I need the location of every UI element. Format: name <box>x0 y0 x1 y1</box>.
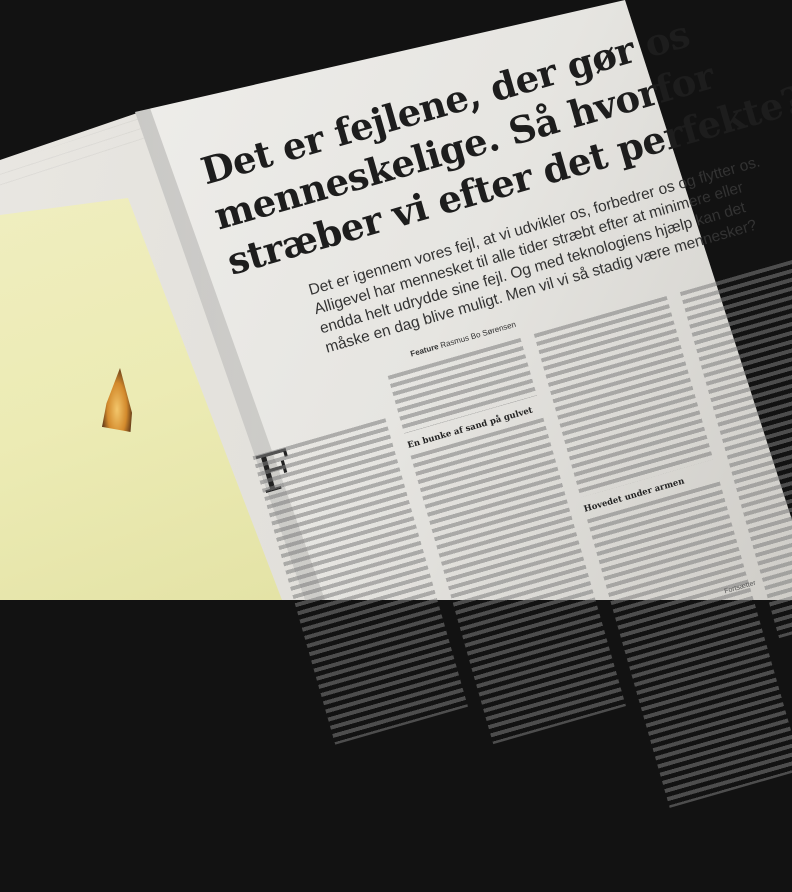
article: Det er fejlene, der gør os menneskelige.… <box>196 0 792 883</box>
body-text <box>533 295 714 498</box>
byline-label: Feature <box>409 341 440 359</box>
